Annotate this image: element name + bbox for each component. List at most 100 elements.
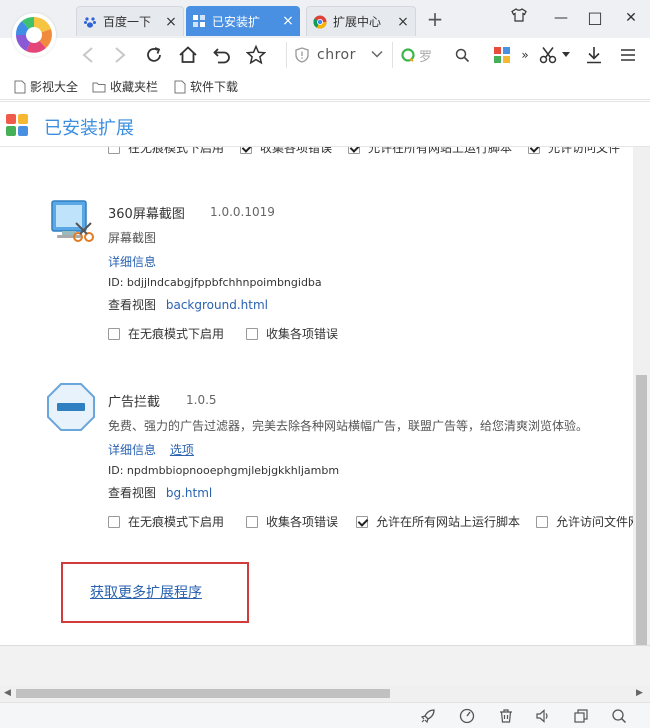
checkbox-label: 允许在所有网站上运行脚本 (368, 147, 513, 155)
paw-icon (83, 15, 97, 29)
undo-icon[interactable] (210, 43, 234, 67)
search-placeholder: 罗 (419, 49, 433, 65)
scroll-right-arrow-icon[interactable]: ▶ (636, 688, 643, 698)
vertical-scrollbar[interactable] (633, 147, 650, 645)
apps-grid-icon[interactable] (490, 43, 514, 67)
tab-extension-center[interactable]: 扩展中心 × (306, 6, 416, 36)
screenshot-extension-icon (51, 200, 94, 242)
checkbox-label: 收集各项错误 (266, 327, 339, 341)
navigation-toolbar: chror 罗 » (0, 38, 650, 72)
back-arrow-icon[interactable] (76, 43, 100, 67)
extension-name: 360屏幕截图 (108, 207, 185, 222)
bookmark-item[interactable]: 软件下载 (174, 78, 238, 95)
checkbox[interactable] (528, 147, 541, 154)
inspect-views: 查看视图 background.html (108, 296, 268, 313)
checkbox-label: 允许访问文件 (548, 147, 621, 155)
more-chevron-icon[interactable]: » (518, 43, 532, 67)
close-window-button[interactable]: ✕ (620, 8, 642, 28)
home-icon[interactable] (176, 43, 200, 67)
page-header: 已安装扩展 (0, 101, 650, 147)
tab-close-icon[interactable]: × (163, 15, 179, 29)
extensions-grid-icon (6, 114, 28, 136)
address-text: chror (317, 47, 356, 63)
trash-icon[interactable] (498, 708, 514, 724)
screenshot-dropdown-icon[interactable] (560, 43, 572, 67)
window-restore-icon[interactable] (573, 708, 589, 724)
extension-name: 广告拦截 (108, 395, 161, 410)
background-page-link[interactable]: bg.html (166, 486, 212, 500)
vertical-scrollbar-thumb[interactable] (636, 375, 647, 645)
background-page-link[interactable]: background.html (166, 298, 268, 312)
page-icon (174, 80, 186, 93)
checkbox-label: 在无痕模式下启用 (128, 515, 225, 529)
maximize-button[interactable]: □ (584, 8, 606, 28)
status-bar (0, 702, 650, 728)
options-link[interactable]: 选项 (170, 443, 194, 457)
extensions-list: 在无痕模式下启用 收集各项错误 允许在所有网站上运行脚本 允许访问文件 360屏… (0, 147, 633, 645)
extension-version: 1.0.5 (186, 393, 217, 407)
checkbox-label: 在无痕模式下启用 (128, 327, 225, 341)
scroll-left-arrow-icon[interactable]: ◀ (4, 688, 11, 698)
browser-logo-icon[interactable] (12, 13, 56, 57)
search-engine-icon (401, 48, 415, 62)
extension-description: 免费、强力的广告过滤器，完美去除各种网站横幅广告，联盟广告等，给您清爽浏览体验。 (108, 419, 589, 433)
minimize-button[interactable]: — (550, 8, 572, 28)
zoom-icon[interactable] (611, 708, 627, 724)
bookmarks-bar: 影视大全 收藏夹栏 软件下载 (0, 72, 650, 100)
page-bottom-area (0, 645, 650, 685)
collect-errors-checkbox[interactable] (246, 515, 259, 528)
chevron-down-icon[interactable] (371, 49, 383, 59)
bookmark-item[interactable]: 影视大全 (14, 78, 78, 95)
checkbox-label: 收集各项错误 (266, 515, 339, 529)
checkbox-label: 允许访问文件网 (556, 515, 633, 529)
speed-gauge-icon[interactable] (459, 708, 475, 724)
horizontal-scrollbar-thumb[interactable] (16, 689, 390, 698)
rocket-icon[interactable] (420, 708, 436, 724)
tab-close-icon[interactable]: × (395, 15, 411, 29)
search-box[interactable]: 罗 (392, 42, 472, 68)
tab-label: 百度一下 (103, 15, 152, 29)
page-title: 已安装扩展 (44, 118, 134, 139)
stop-sign-icon (47, 383, 95, 431)
shield-icon (295, 47, 309, 63)
chrome-icon (313, 15, 327, 29)
get-more-extensions-highlight: 获取更多扩展程序 (61, 562, 249, 623)
screenshot-scissors-icon[interactable] (536, 43, 560, 67)
horizontal-scrollbar[interactable]: ◀ ▶ (0, 685, 650, 702)
checkbox[interactable] (240, 147, 253, 154)
new-tab-button[interactable]: + (424, 8, 446, 30)
tab-installed-extensions[interactable]: 已安装扩 × (186, 6, 300, 36)
forward-arrow-icon[interactable] (108, 43, 132, 67)
extension-id: ID: bdjjlndcabgjfppbfchhnpoimbngidba (108, 276, 322, 289)
checkbox[interactable] (348, 147, 361, 154)
favorite-star-icon[interactable] (244, 43, 268, 67)
checkbox[interactable] (108, 147, 120, 154)
file-access-checkbox[interactable] (536, 515, 549, 528)
extension-id: ID: npdmbbiopnooephgmjlebjgkkhljambm (108, 464, 340, 477)
incognito-checkbox[interactable] (108, 515, 120, 528)
details-link[interactable]: 详细信息 (108, 253, 156, 270)
tab-close-icon[interactable]: × (280, 14, 296, 28)
collect-errors-checkbox[interactable] (246, 327, 259, 340)
bookmark-folder[interactable]: 收藏夹栏 (92, 78, 158, 95)
details-link[interactable]: 详细信息 (108, 443, 156, 457)
extensions-grid-icon (192, 14, 206, 28)
tab-label: 已安装扩 (212, 14, 261, 29)
menu-hamburger-icon[interactable] (616, 43, 640, 67)
tab-baidu[interactable]: 百度一下 × (76, 6, 184, 36)
skin-shirt-icon[interactable] (508, 8, 530, 28)
bookmark-label: 软件下载 (190, 80, 239, 94)
search-icon[interactable] (455, 48, 470, 63)
refresh-icon[interactable] (142, 43, 166, 67)
address-bar[interactable]: chror (286, 42, 390, 68)
title-bar: 百度一下 × 已安装扩 × 扩展中心 × + — □ ✕ (0, 0, 650, 57)
extension-options-row: 在无痕模式下启用 收集各项错误 (108, 325, 354, 342)
extension-version: 1.0.0.1019 (210, 205, 275, 219)
download-icon[interactable] (582, 43, 606, 67)
incognito-checkbox[interactable] (108, 327, 120, 340)
run-on-all-sites-checkbox[interactable] (356, 515, 369, 528)
inspect-views: 查看视图 bg.html (108, 484, 212, 501)
get-more-extensions-link[interactable]: 获取更多扩展程序 (90, 582, 202, 602)
volume-icon[interactable] (535, 708, 551, 724)
tab-label: 扩展中心 (333, 15, 382, 29)
